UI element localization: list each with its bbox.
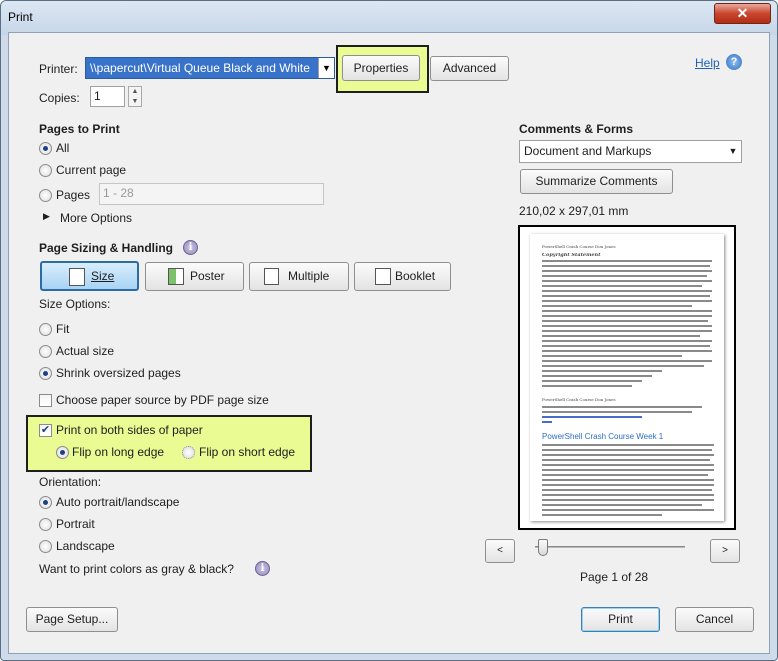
copies-label: Copies: [39, 91, 80, 105]
preview-header: PowerShell Crash Course Don Jones [542, 245, 616, 249]
summarize-comments-button[interactable]: Summarize Comments [520, 169, 673, 194]
fit-radio[interactable] [39, 323, 52, 336]
help-link[interactable]: Help [695, 56, 720, 70]
print-preview: PowerShell Crash Course Don Jones Copyri… [518, 225, 736, 530]
comments-value: Document and Markups [524, 144, 652, 158]
fit-label: Fit [56, 322, 70, 336]
current-page-label: Current page [56, 163, 127, 177]
expand-triangle-icon[interactable]: ▶ [43, 211, 50, 222]
close-icon: ✕ [736, 5, 749, 21]
chevron-down-icon: ▼ [318, 58, 334, 78]
preview-page: PowerShell Crash Course Don Jones Copyri… [530, 234, 724, 521]
printer-value: \\papercut\Virtual Queue Black and White [90, 61, 310, 75]
preview-header-2: PowerShell Crash Course Don Jones [542, 398, 616, 402]
title-bar: Print ✕ [1, 1, 777, 35]
tab-multiple-label: Multiple [288, 269, 330, 283]
page-sizing-heading: Page Sizing & Handling [39, 241, 174, 255]
pages-range-radio[interactable] [39, 189, 52, 202]
dialog-body: Printer: \\papercut\Virtual Queue Black … [8, 32, 770, 654]
chevron-left-icon: < [497, 545, 503, 556]
orientation-label: Orientation: [39, 475, 102, 489]
printer-select[interactable]: \\papercut\Virtual Queue Black and White… [85, 57, 335, 79]
comments-chevron-down-icon: ▼ [728, 146, 738, 156]
auto-orientation-label: Auto portrait/landscape [56, 495, 180, 509]
pages-range-input[interactable]: 1 - 28 [99, 183, 324, 205]
window-title: Print [8, 10, 33, 24]
current-page-radio[interactable] [39, 164, 52, 177]
poster-icon [168, 268, 184, 285]
preview-text-block [542, 260, 714, 396]
auto-orientation-radio[interactable] [39, 496, 52, 509]
actual-size-label: Actual size [56, 344, 115, 358]
tab-poster-label: Poster [190, 269, 225, 283]
preview-body-block [542, 444, 714, 519]
landscape-label: Landscape [56, 539, 115, 553]
help-icon[interactable]: ? [726, 54, 742, 70]
landscape-radio[interactable] [39, 540, 52, 553]
paper-source-label: Choose paper source by PDF page size [56, 393, 269, 407]
preview-doc-title: PowerShell Crash Course Week 1 [542, 432, 664, 441]
page-setup-button[interactable]: Page Setup... [26, 607, 118, 632]
comments-select[interactable]: Document and Markups ▼ [519, 140, 742, 163]
chevron-right-icon: > [722, 545, 728, 556]
next-page-button[interactable]: > [710, 539, 740, 563]
portrait-label: Portrait [56, 517, 95, 531]
flip-short-radio[interactable] [182, 446, 195, 459]
comments-forms-heading: Comments & Forms [519, 122, 634, 136]
flip-short-label: Flip on short edge [199, 445, 296, 459]
print-dialog: Print ✕ Printer: \\papercut\Virtual Queu… [0, 0, 778, 661]
close-button[interactable]: ✕ [714, 3, 771, 24]
tab-multiple[interactable]: Multiple [249, 262, 349, 291]
shrink-radio[interactable] [39, 367, 52, 380]
pages-range-label: Pages [56, 188, 91, 202]
preview-note-block [542, 406, 702, 428]
print-button[interactable]: Print [581, 607, 660, 632]
size-options-label: Size Options: [39, 297, 111, 311]
tab-size[interactable]: Size [40, 261, 139, 291]
pages-to-print-heading: Pages to Print [39, 122, 120, 136]
printer-label: Printer: [39, 62, 78, 76]
advanced-button[interactable]: Advanced [430, 56, 509, 81]
properties-button[interactable]: Properties [342, 55, 420, 81]
preview-copyright-heading: Copyright Statement [542, 253, 601, 258]
tab-size-label: Size [91, 269, 115, 283]
page-indicator: Page 1 of 28 [580, 570, 649, 584]
copies-stepper[interactable]: ▲ ▼ [128, 86, 142, 107]
duplex-checkbox[interactable]: ✔ [39, 424, 52, 437]
actual-size-radio[interactable] [39, 345, 52, 358]
duplex-label: Print on both sides of paper [56, 423, 203, 437]
more-options-toggle[interactable]: More Options [60, 211, 132, 225]
booklet-icon [375, 268, 391, 285]
copies-input[interactable]: 1 [90, 86, 125, 107]
flip-long-label: Flip on long edge [72, 445, 165, 459]
previous-page-button[interactable]: < [485, 539, 515, 563]
cancel-button[interactable]: Cancel [675, 607, 754, 632]
page-slider-track[interactable] [535, 546, 685, 548]
all-pages-radio[interactable] [39, 142, 52, 155]
flip-long-radio[interactable] [56, 446, 69, 459]
tab-poster[interactable]: Poster [145, 262, 244, 291]
all-pages-label: All [56, 141, 70, 155]
gray-info-icon[interactable]: i [255, 561, 270, 576]
portrait-radio[interactable] [39, 518, 52, 531]
tab-booklet-label: Booklet [395, 269, 436, 283]
page-slider-thumb[interactable] [538, 539, 548, 556]
page-dimensions: 210,02 x 297,01 mm [519, 204, 629, 218]
size-icon [69, 268, 85, 286]
shrink-label: Shrink oversized pages [56, 366, 181, 380]
tab-booklet[interactable]: Booklet [354, 262, 451, 291]
info-icon[interactable]: i [183, 240, 198, 255]
multiple-icon [264, 268, 279, 285]
paper-source-checkbox[interactable] [39, 394, 52, 407]
gray-question-label: Want to print colors as gray & black? [39, 562, 234, 576]
